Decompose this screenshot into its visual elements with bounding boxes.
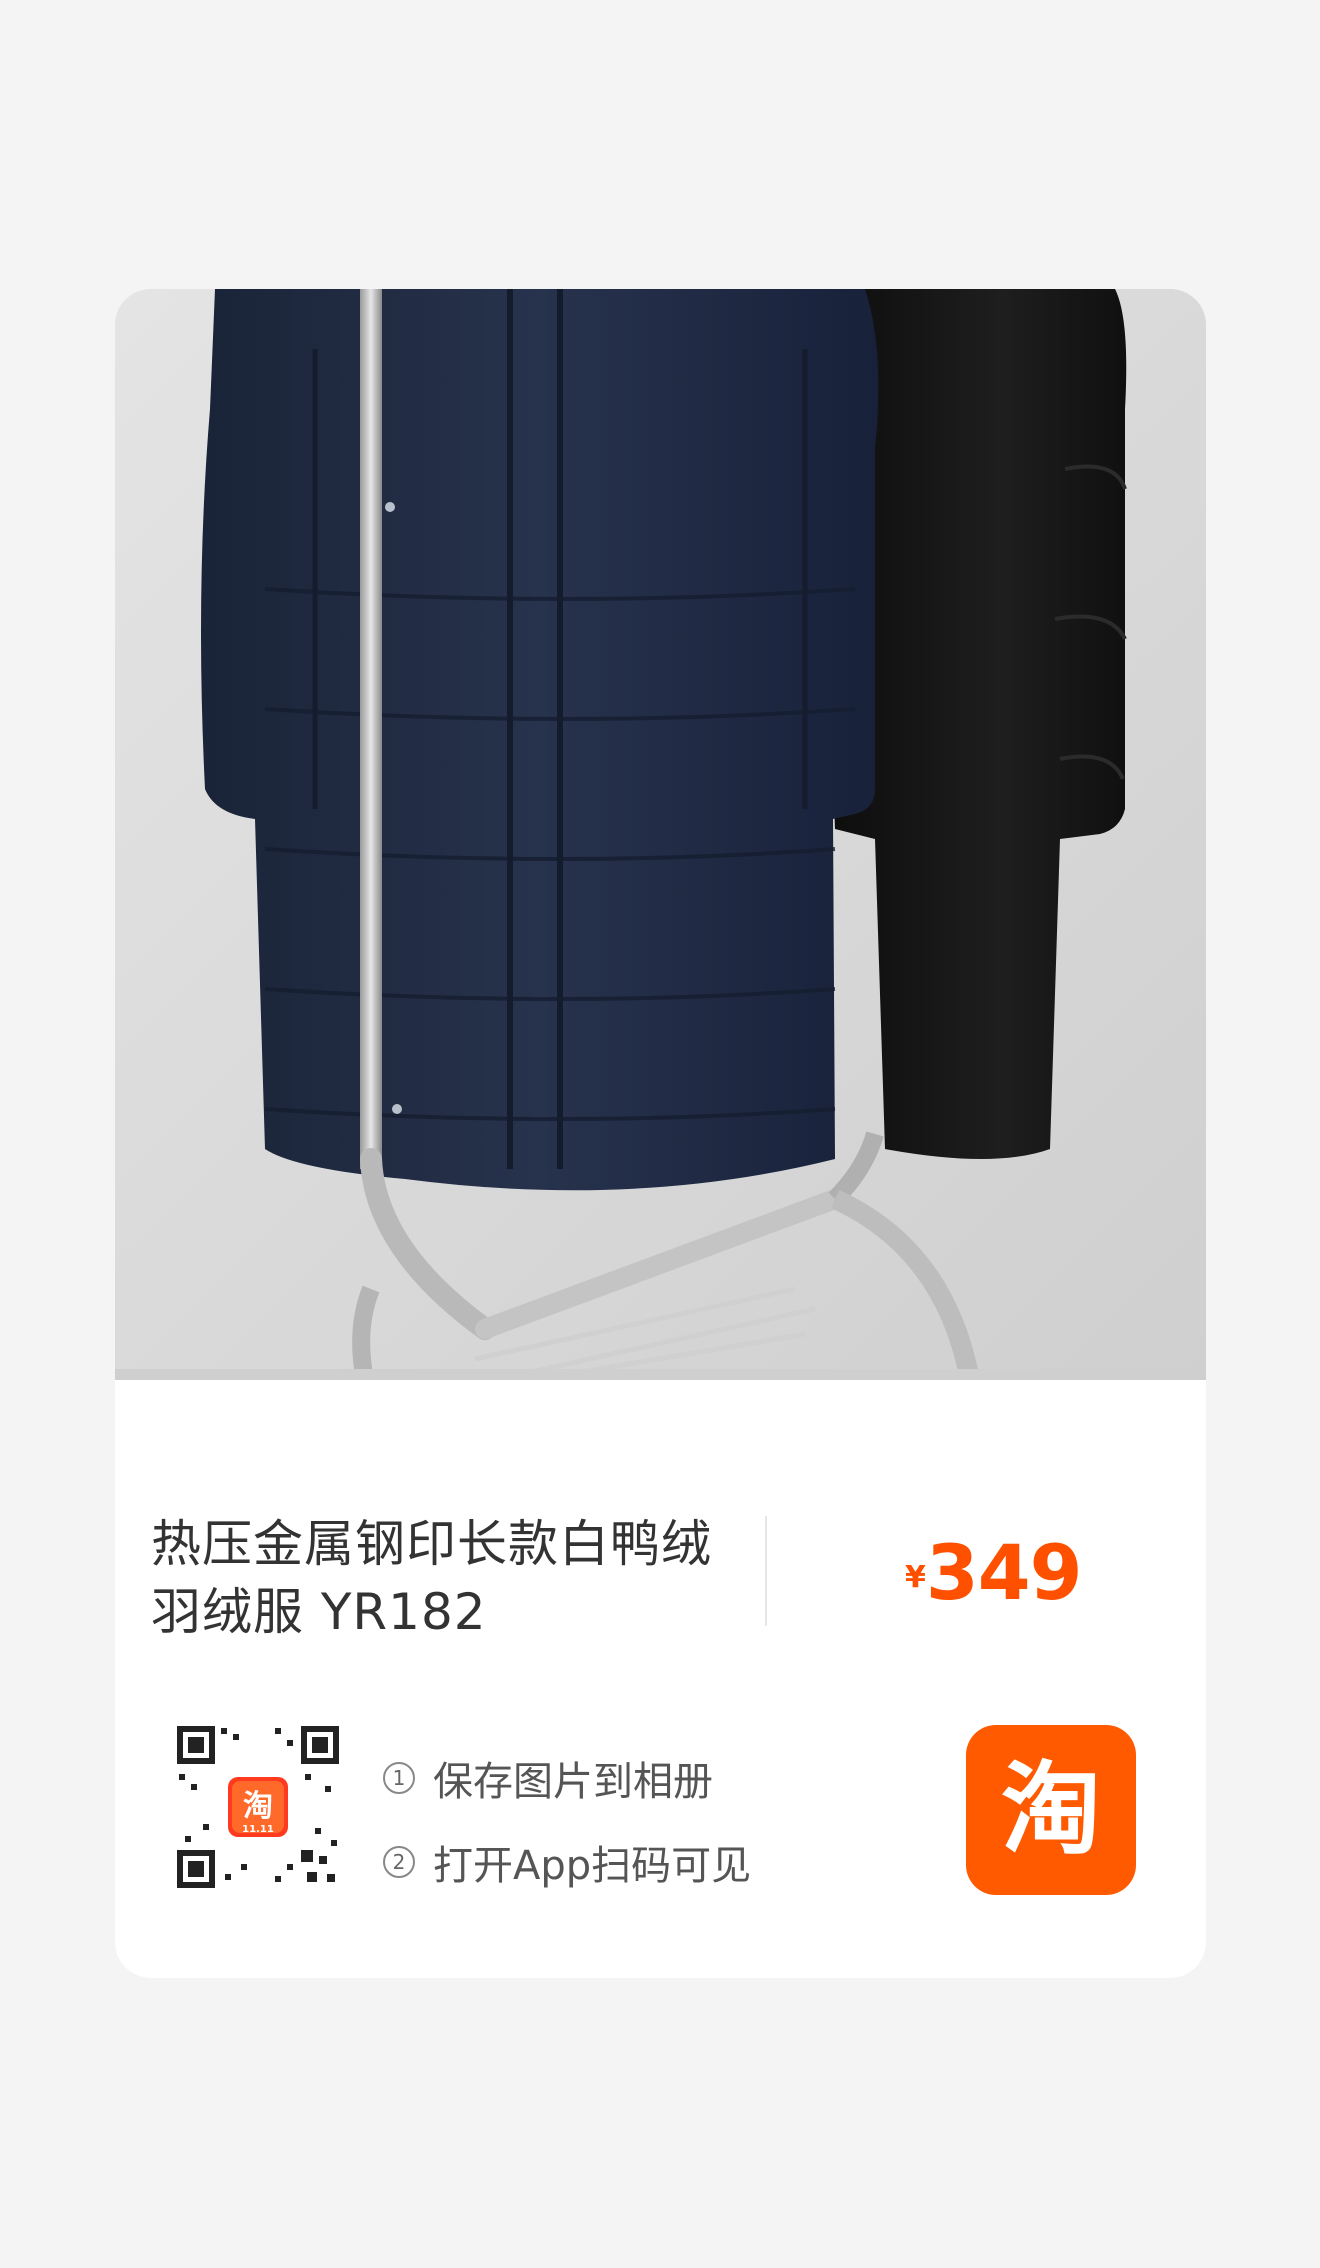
product-photo-illustration — [115, 289, 1206, 1380]
step-number-2: 2 — [383, 1846, 415, 1878]
app-logo-text: 淘 — [1001, 1751, 1101, 1868]
step-text-1: 保存图片到相册 — [433, 1759, 713, 1805]
qr-code-icon: 淘 11.11 — [175, 1724, 341, 1890]
product-info: 热压金属钢印长款白鸭绒羽绒服 YR182 ¥349 淘 11.11 1 保存图片… — [115, 1380, 1206, 1978]
share-card: 热压金属钢印长款白鸭绒羽绒服 YR182 ¥349 淘 11.11 1 保存图片… — [115, 289, 1206, 1978]
share-step-2: 2 打开App扫码可见 — [383, 1820, 803, 1904]
product-price: ¥349 — [905, 1528, 1083, 1617]
product-image — [115, 289, 1206, 1380]
currency-symbol: ¥ — [905, 1560, 926, 1595]
step-text-2: 打开App扫码可见 — [433, 1843, 752, 1889]
step-number-1: 1 — [383, 1762, 415, 1794]
qr-badge-sub: 11.11 — [242, 1824, 274, 1835]
share-steps: 1 保存图片到相册 2 打开App扫码可见 — [383, 1736, 803, 1904]
price-value: 349 — [925, 1528, 1083, 1617]
product-title: 热压金属钢印长款白鸭绒羽绒服 YR182 — [151, 1515, 712, 1641]
divider — [765, 1516, 767, 1626]
share-step-1: 1 保存图片到相册 — [383, 1736, 803, 1820]
taobao-logo-icon: 淘 — [966, 1725, 1136, 1895]
qr-badge-text: 淘 — [243, 1789, 273, 1824]
